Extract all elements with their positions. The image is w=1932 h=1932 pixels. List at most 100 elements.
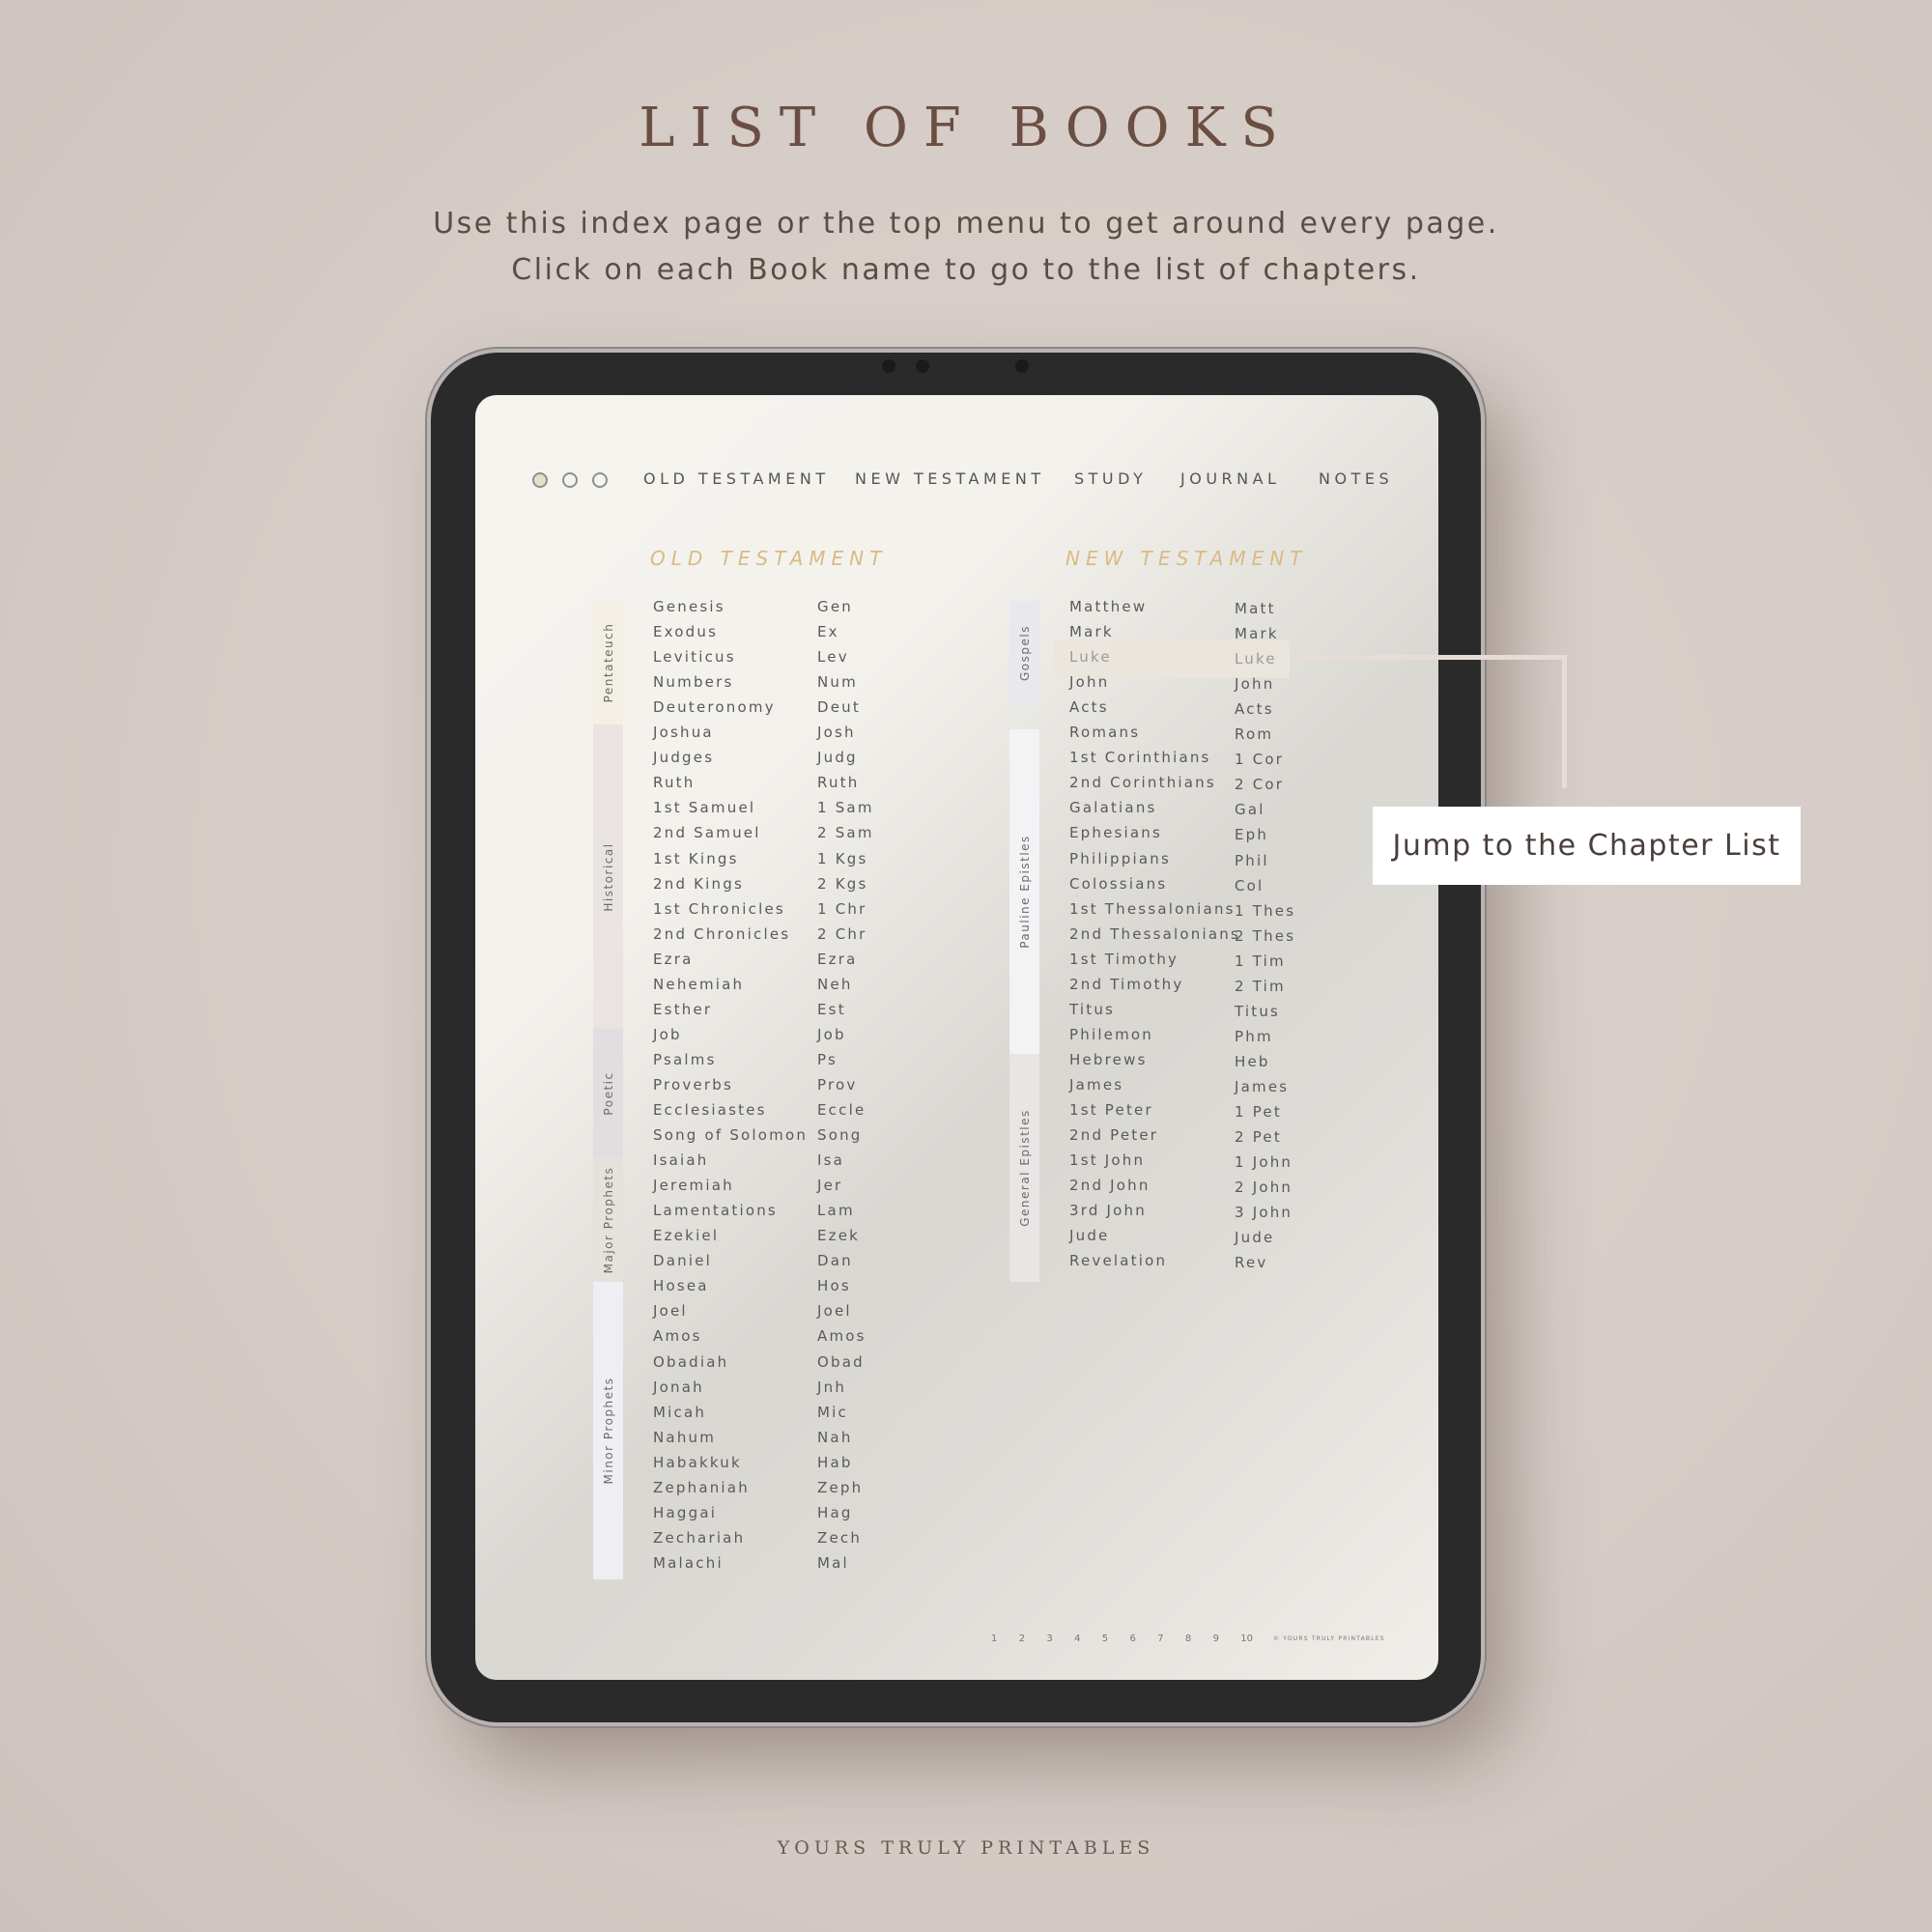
book-name-link[interactable]: Nahum <box>653 1429 716 1446</box>
book-abbreviation-link[interactable]: Obad <box>817 1353 865 1371</box>
book-name-link[interactable]: Numbers <box>653 673 733 691</box>
book-abbreviation-link[interactable]: Eph <box>1235 826 1268 843</box>
book-abbreviation-link[interactable]: Jnh <box>817 1378 846 1396</box>
book-abbreviation-link[interactable]: 2 Kgs <box>817 875 867 893</box>
book-abbreviation-link[interactable]: Mark <box>1235 625 1279 642</box>
book-abbreviation-link[interactable]: Titus <box>1235 1003 1280 1020</box>
book-name-link[interactable]: 2nd Kings <box>653 875 744 893</box>
book-abbreviation-link[interactable]: 1 Sam <box>817 799 874 816</box>
book-name-link[interactable]: Obadiah <box>653 1353 728 1371</box>
nav-dot[interactable] <box>592 472 608 488</box>
book-abbreviation-link[interactable]: Gen <box>817 598 853 615</box>
page-number-link[interactable]: 4 <box>1074 1634 1080 1644</box>
book-abbreviation-link[interactable]: Ruth <box>817 774 859 791</box>
book-name-link[interactable]: 3rd John <box>1069 1202 1147 1219</box>
book-abbreviation-link[interactable]: 2 Pet <box>1235 1128 1282 1146</box>
book-abbreviation-link[interactable]: Matt <box>1235 600 1276 617</box>
book-name-link[interactable]: Galatians <box>1069 799 1157 816</box>
book-abbreviation-link[interactable]: Jer <box>817 1177 842 1194</box>
book-abbreviation-link[interactable]: Ezek <box>817 1227 860 1244</box>
book-name-link[interactable]: Leviticus <box>653 648 736 666</box>
book-abbreviation-link[interactable]: Song <box>817 1126 863 1144</box>
book-abbreviation-link[interactable]: Hag <box>817 1504 853 1521</box>
book-abbreviation-link[interactable]: Gal <box>1235 801 1265 818</box>
page-number-link[interactable]: 3 <box>1046 1634 1052 1644</box>
book-abbreviation-link[interactable]: Eccle <box>817 1101 866 1119</box>
book-name-link[interactable]: Haggai <box>653 1504 717 1521</box>
book-name-link[interactable]: Zechariah <box>653 1529 745 1547</box>
book-name-link[interactable]: Ezekiel <box>653 1227 719 1244</box>
book-name-link[interactable]: Esther <box>653 1001 712 1018</box>
page-number-link[interactable]: 2 <box>1019 1634 1025 1644</box>
book-name-link[interactable]: Ezra <box>653 951 694 968</box>
book-name-link[interactable]: Philemon <box>1069 1026 1153 1043</box>
book-name-link[interactable]: Revelation <box>1069 1252 1167 1269</box>
page-number-link[interactable]: 7 <box>1157 1634 1163 1644</box>
book-abbreviation-link[interactable]: Judg <box>817 749 858 766</box>
book-abbreviation-link[interactable]: Deut <box>817 698 861 716</box>
book-name-link[interactable]: 2nd Timothy <box>1069 976 1183 993</box>
book-name-link[interactable]: Hosea <box>653 1277 709 1294</box>
book-name-link[interactable]: Jeremiah <box>653 1177 734 1194</box>
book-name-link[interactable]: Proverbs <box>653 1076 733 1094</box>
book-abbreviation-link[interactable]: John <box>1235 675 1274 693</box>
book-name-link[interactable]: John <box>1069 673 1109 691</box>
book-name-link[interactable]: 1st Chronicles <box>653 900 785 918</box>
book-abbreviation-link[interactable]: 2 Chr <box>817 925 867 943</box>
nav-study[interactable]: STUDY <box>1074 469 1147 488</box>
book-abbreviation-link[interactable]: Amos <box>817 1327 867 1345</box>
nav-dot-active[interactable] <box>532 472 548 488</box>
book-name-link[interactable]: 2nd John <box>1069 1177 1151 1194</box>
book-abbreviation-link[interactable]: 1 Thes <box>1235 902 1295 920</box>
book-name-link[interactable]: Joel <box>653 1302 688 1320</box>
book-name-link[interactable]: 1st John <box>1069 1151 1145 1169</box>
page-number-link[interactable]: 5 <box>1102 1634 1108 1644</box>
book-name-link[interactable]: Ephesians <box>1069 824 1162 841</box>
book-abbreviation-link[interactable]: Joel <box>817 1302 852 1320</box>
book-abbreviation-link[interactable]: 1 John <box>1235 1153 1293 1171</box>
nav-old-testament[interactable]: OLD TESTAMENT <box>643 469 830 488</box>
book-abbreviation-link[interactable]: 2 Sam <box>817 824 874 841</box>
book-name-link[interactable]: Luke <box>1069 648 1112 666</box>
book-name-link[interactable]: Habakkuk <box>653 1454 742 1471</box>
book-abbreviation-link[interactable]: Col <box>1235 877 1264 895</box>
book-name-link[interactable]: Lamentations <box>653 1202 778 1219</box>
book-abbreviation-link[interactable]: Ezra <box>817 951 858 968</box>
book-abbreviation-link[interactable]: Zech <box>817 1529 862 1547</box>
book-abbreviation-link[interactable]: Num <box>817 673 858 691</box>
book-name-link[interactable]: 2nd Samuel <box>653 824 761 841</box>
book-name-link[interactable]: Psalms <box>653 1051 717 1068</box>
nav-dot[interactable] <box>562 472 578 488</box>
book-abbreviation-link[interactable]: 2 Cor <box>1235 776 1284 793</box>
book-abbreviation-link[interactable]: Isa <box>817 1151 844 1169</box>
nav-journal[interactable]: JOURNAL <box>1180 469 1280 488</box>
book-abbreviation-link[interactable]: James <box>1235 1078 1289 1095</box>
book-abbreviation-link[interactable]: Lam <box>817 1202 855 1219</box>
book-abbreviation-link[interactable]: 1 Tim <box>1235 952 1286 970</box>
book-name-link[interactable]: 1st Timothy <box>1069 951 1179 968</box>
book-abbreviation-link[interactable]: Acts <box>1235 700 1274 718</box>
book-abbreviation-link[interactable]: 3 John <box>1235 1204 1293 1221</box>
book-abbreviation-link[interactable]: Mal <box>817 1554 849 1572</box>
book-name-link[interactable]: James <box>1069 1076 1123 1094</box>
nav-new-testament[interactable]: NEW TESTAMENT <box>855 469 1045 488</box>
book-abbreviation-link[interactable]: Neh <box>817 976 853 993</box>
book-abbreviation-link[interactable]: 1 Chr <box>817 900 867 918</box>
book-abbreviation-link[interactable]: Jude <box>1235 1229 1274 1246</box>
book-abbreviation-link[interactable]: Ps <box>817 1051 838 1068</box>
book-abbreviation-link[interactable]: 2 Thes <box>1235 927 1295 945</box>
book-name-link[interactable]: Amos <box>653 1327 702 1345</box>
book-name-link[interactable]: 2nd Peter <box>1069 1126 1158 1144</box>
book-abbreviation-link[interactable]: Mic <box>817 1404 848 1421</box>
book-name-link[interactable]: 1st Peter <box>1069 1101 1153 1119</box>
book-name-link[interactable]: Nehemiah <box>653 976 744 993</box>
book-abbreviation-link[interactable]: Job <box>817 1026 846 1043</box>
page-number-link[interactable]: 1 <box>991 1634 997 1644</box>
book-name-link[interactable]: Philippians <box>1069 850 1171 867</box>
book-abbreviation-link[interactable]: Heb <box>1235 1053 1270 1070</box>
book-abbreviation-link[interactable]: Est <box>817 1001 846 1018</box>
book-name-link[interactable]: Isaiah <box>653 1151 709 1169</box>
page-number-link[interactable]: 6 <box>1130 1634 1136 1644</box>
book-name-link[interactable]: Genesis <box>653 598 725 615</box>
book-name-link[interactable]: Hebrews <box>1069 1051 1148 1068</box>
